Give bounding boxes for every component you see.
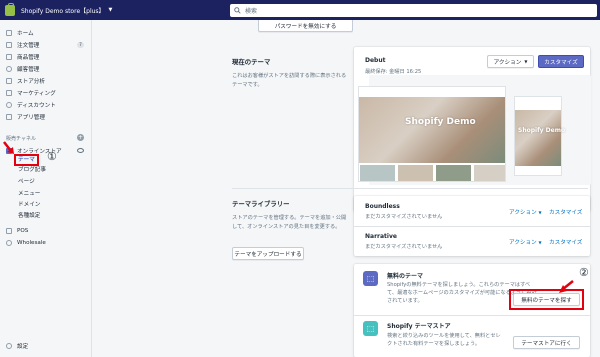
annotation-number-two: ② bbox=[579, 266, 589, 279]
visit-theme-store-button[interactable]: テーマストアに行く bbox=[513, 336, 580, 349]
top-bar: Shopify Demo store【plus】 ▼ 検索 bbox=[0, 0, 600, 20]
preview-thumbnail bbox=[436, 165, 471, 181]
sidebar-item-orders[interactable]: 注文管理 bbox=[6, 40, 39, 50]
current-theme-heading: 現在のテーマ bbox=[232, 58, 271, 66]
store-switcher[interactable]: Shopify Demo store【plus】 ▼ bbox=[0, 2, 220, 16]
sidebar-sub-item-pages[interactable]: ページ bbox=[18, 178, 35, 187]
sidebar-item-label: ストア分析 bbox=[17, 79, 45, 85]
annotation-number-one: ① bbox=[47, 150, 57, 163]
sidebar-item-label: 顧客管理 bbox=[17, 67, 40, 73]
actions-label: アクション bbox=[509, 240, 537, 246]
theme-library-description: ストアのテーマを管理する。テーマを追加・公開して、オンラインストアの見た目を変更… bbox=[232, 215, 347, 230]
theme-name-narrative: Narrative bbox=[365, 233, 397, 240]
marketing-icon bbox=[6, 90, 12, 96]
search-input[interactable]: 検索 bbox=[230, 4, 597, 17]
boundless-customize-link[interactable]: カスタマイズ bbox=[549, 208, 582, 216]
pos-icon bbox=[6, 228, 12, 234]
sidebar-item-label: POS bbox=[17, 228, 29, 234]
disable-password-button[interactable]: パスワードを無効にする bbox=[258, 20, 353, 32]
wholesale-icon bbox=[6, 240, 12, 246]
mobile-hero-title: Shopify Demo bbox=[518, 127, 566, 134]
boundless-actions-link[interactable]: アクション ▼ bbox=[509, 208, 542, 216]
sidebar: ホーム 注文管理 7 商品管理 顧客管理 ストア分析 マーケティング ディスカウ… bbox=[0, 20, 92, 357]
analytics-icon bbox=[6, 78, 12, 84]
sidebar-item-customers[interactable]: 顧客管理 bbox=[6, 64, 39, 74]
home-icon bbox=[6, 30, 12, 36]
last-saved-text: 最終保存: 金曜日 16:25 bbox=[365, 69, 422, 75]
theme-name-boundless: Boundless bbox=[365, 203, 400, 210]
sidebar-sub-item-domains[interactable]: ドメイン bbox=[18, 201, 40, 210]
store-name: Shopify Demo store【plus】 bbox=[21, 7, 105, 15]
narrative-customize-link[interactable]: カスタマイズ bbox=[549, 238, 582, 246]
sidebar-item-analytics[interactable]: ストア分析 bbox=[6, 76, 45, 86]
sidebar-item-label: ホーム bbox=[17, 31, 34, 37]
upload-theme-button[interactable]: テーマをアップロードする bbox=[232, 247, 304, 260]
section-divider bbox=[232, 188, 588, 189]
preview-thumbnail bbox=[360, 165, 395, 181]
tag-icon bbox=[6, 54, 12, 60]
sidebar-item-home[interactable]: ホーム bbox=[6, 28, 34, 38]
theme-store-description: 検索と絞り込みのツールを使用して、無料とセレクトされた有料テーマを探しましょう。 bbox=[387, 333, 501, 347]
actions-label: アクション bbox=[509, 210, 537, 216]
mobile-hero-image bbox=[515, 110, 561, 166]
row-divider bbox=[354, 226, 590, 227]
sidebar-item-settings[interactable]: 設定 bbox=[6, 341, 28, 351]
sidebar-item-wholesale[interactable]: Wholesale bbox=[6, 238, 46, 248]
sidebar-sub-item-preferences[interactable]: 各種設定 bbox=[18, 212, 40, 221]
preview-hero-image bbox=[359, 97, 505, 163]
theme-store-icon: ⬚ bbox=[363, 321, 378, 336]
row-divider bbox=[354, 315, 590, 316]
red-arrow-icon bbox=[3, 141, 14, 154]
actions-label: アクション bbox=[493, 59, 522, 66]
orders-count-badge: 7 bbox=[77, 42, 84, 48]
current-theme-description: これはお客様がストアを訪問する際に表示されるテーマです。 bbox=[232, 73, 347, 88]
theme-library-heading: テーマライブラリー bbox=[232, 200, 290, 208]
sidebar-item-marketing[interactable]: マーケティング bbox=[6, 88, 56, 98]
theme-store-heading: Shopify テーマストア bbox=[387, 323, 451, 330]
theme-actions-dropdown[interactable]: アクション ▼ bbox=[487, 55, 534, 68]
customize-button[interactable]: カスタマイズ bbox=[538, 55, 584, 68]
sidebar-item-apps[interactable]: アプリ管理 bbox=[6, 112, 45, 122]
preview-thumbnail bbox=[398, 165, 433, 181]
free-themes-heading: 無料のテーマ bbox=[387, 273, 424, 280]
sidebar-item-label: 商品管理 bbox=[17, 55, 40, 61]
sidebar-item-discounts[interactable]: ディスカウント bbox=[6, 100, 56, 110]
chevron-down-icon: ▼ bbox=[108, 7, 113, 13]
preview-thumbnail bbox=[474, 165, 505, 181]
current-theme-name: Debut bbox=[365, 57, 386, 64]
sidebar-sub-item-blog[interactable]: ブログ記事 bbox=[18, 166, 46, 175]
discount-icon bbox=[6, 102, 12, 108]
add-channel-icon[interactable]: + bbox=[77, 134, 84, 141]
orders-icon bbox=[6, 42, 12, 48]
sidebar-item-pos[interactable]: POS bbox=[6, 226, 28, 236]
search-icon bbox=[234, 7, 241, 14]
highlight-box-themes bbox=[14, 154, 39, 166]
red-arrow-icon bbox=[559, 280, 574, 293]
view-store-eye-icon[interactable] bbox=[77, 148, 84, 153]
theme-status-narrative: まだカスタマイズされていません bbox=[365, 244, 443, 250]
free-themes-icon: ⬚ bbox=[363, 271, 378, 286]
sidebar-item-label: アプリ管理 bbox=[17, 115, 45, 121]
sidebar-sub-item-menus[interactable]: メニュー bbox=[18, 190, 40, 199]
sidebar-item-label: 注文管理 bbox=[17, 43, 40, 49]
customer-icon bbox=[6, 66, 12, 72]
apps-icon bbox=[6, 114, 12, 120]
chevron-down-icon: ▼ bbox=[538, 240, 542, 245]
preview-hero-title: Shopify Demo bbox=[405, 117, 476, 127]
sidebar-item-label: Wholesale bbox=[17, 240, 46, 246]
sidebar-item-label: マーケティング bbox=[17, 91, 56, 97]
gear-icon bbox=[6, 343, 12, 349]
narrative-actions-link[interactable]: アクション ▼ bbox=[509, 238, 542, 246]
chevron-down-icon: ▼ bbox=[524, 59, 528, 64]
sidebar-item-label: ディスカウント bbox=[17, 103, 56, 109]
sidebar-item-label: 設定 bbox=[17, 344, 29, 350]
shopify-logo-icon bbox=[5, 2, 15, 16]
search-placeholder: 検索 bbox=[245, 8, 258, 15]
sidebar-item-products[interactable]: 商品管理 bbox=[6, 52, 39, 62]
chevron-down-icon: ▼ bbox=[538, 210, 542, 215]
theme-status-boundless: まだカスタマイズされていません bbox=[365, 214, 443, 220]
